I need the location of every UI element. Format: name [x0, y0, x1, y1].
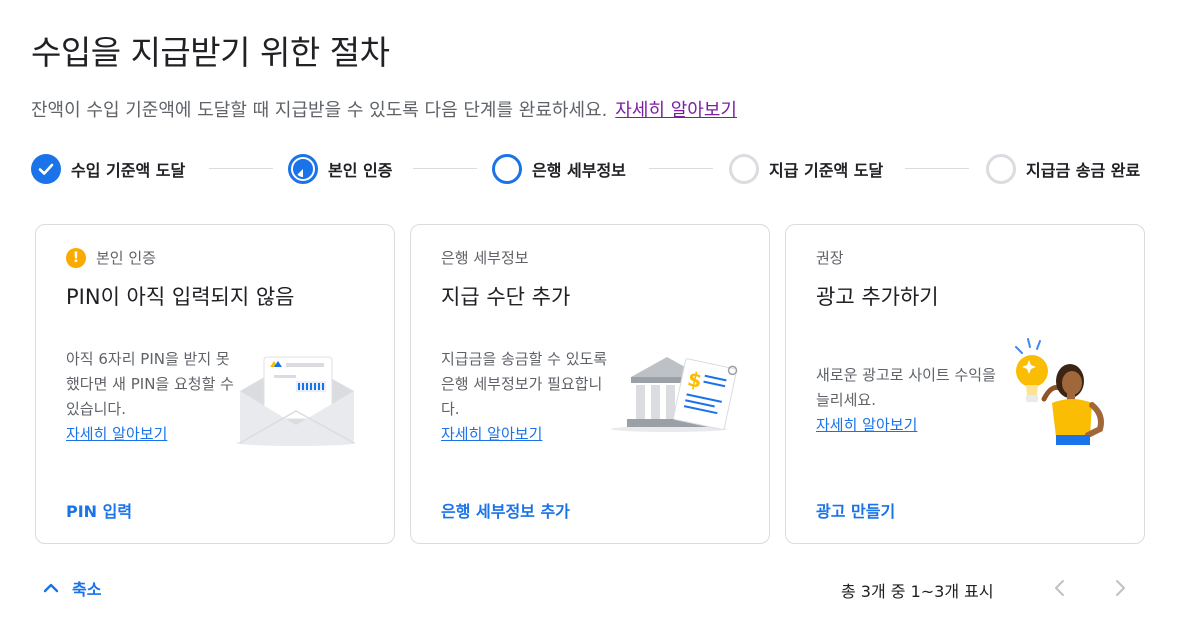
step-connector: [649, 168, 713, 169]
page-subtitle: 잔액이 수입 기준액에 도달할 때 지급받을 수 있도록 다음 단계를 완료하세…: [31, 96, 737, 122]
previous-page-button[interactable]: [1046, 574, 1074, 602]
progress-stepper: 수입 기준액 도달 본인 인증 은행 세부정보 지급 기준액 도달 지급금 송금…: [31, 152, 1161, 186]
step-label: 지급 기준액 도달: [769, 161, 884, 180]
card-body: 아직 6자리 PIN을 받지 못했다면 새 PIN을 요청할 수 있습니다. 자…: [66, 347, 236, 447]
step-payment-sent: 지급금 송금 완료: [986, 152, 1140, 186]
add-bank-details-button[interactable]: 은행 세부정보 추가: [441, 498, 570, 522]
card-identity-verification: ! 본인 인증 PIN이 아직 입력되지 않음 아직 6자리 PIN을 받지 못…: [35, 224, 395, 544]
step-connector: [413, 168, 477, 169]
collapse-label: 축소: [72, 580, 102, 599]
current-step-circle-icon: [492, 154, 522, 184]
card-title: PIN이 아직 입력되지 않음: [66, 285, 295, 309]
card-body: 새로운 광고로 사이트 수익을 늘리세요. 자세히 알아보기: [816, 363, 1001, 438]
step-bank-details: 은행 세부정보: [492, 152, 626, 186]
card-body: 지급금을 송금할 수 있도록 은행 세부정보가 필요합니다. 자세히 알아보기: [441, 347, 611, 447]
page-title: 수입을 지급받기 위한 절차: [31, 33, 390, 72]
card-title: 지급 수단 추가: [441, 285, 571, 309]
card-kicker: ! 본인 인증: [66, 247, 156, 268]
step-label: 은행 세부정보: [532, 161, 626, 180]
step-connector: [905, 168, 969, 169]
step-payment-threshold: 지급 기준액 도달: [729, 152, 883, 186]
pagination-status: 총 3개 중 1~3개 표시: [841, 582, 994, 601]
card-kicker: 권장: [816, 249, 844, 267]
step-label: 수입 기준액 도달: [71, 161, 186, 180]
card-body-text: 새로운 광고로 사이트 수익을 늘리세요.: [816, 366, 996, 409]
bank-icon: $: [609, 349, 739, 443]
step-label: 본인 인증: [328, 161, 393, 180]
warning-icon: !: [66, 247, 86, 268]
pending-step-circle-icon: [986, 154, 1016, 184]
check-circle-icon: [31, 154, 61, 184]
create-ads-button[interactable]: 광고 만들기: [816, 498, 895, 522]
chevron-left-icon: [1055, 580, 1064, 596]
envelope-icon: [234, 353, 364, 452]
chevron-up-icon: [43, 583, 59, 593]
step-label: 지급금 송금 완료: [1026, 161, 1141, 180]
next-page-button[interactable]: [1106, 574, 1134, 602]
pending-step-circle-icon: [729, 154, 759, 184]
step-identity-verification: 본인 인증: [288, 152, 392, 186]
step-revenue-threshold: 수입 기준액 도달: [31, 152, 185, 186]
enter-pin-button[interactable]: PIN 입력: [66, 498, 132, 522]
chevron-right-icon: [1116, 580, 1125, 596]
learn-more-link[interactable]: 자세히 알아보기: [816, 413, 1001, 438]
payment-steps-panel: 수입을 지급받기 위한 절차 잔액이 수입 기준액에 도달할 때 지급받을 수 …: [0, 0, 1180, 618]
card-title: 광고 추가하기: [816, 285, 939, 309]
woman-lightbulb-icon: [1004, 337, 1124, 471]
step-connector: [209, 168, 273, 169]
card-kicker: 은행 세부정보: [441, 249, 529, 267]
card-kicker-text: 본인 인증: [96, 249, 156, 267]
card-body-text: 지급금을 송금할 수 있도록 은행 세부정보가 필요합니다.: [441, 350, 608, 418]
card-bank-details: 은행 세부정보 지급 수단 추가 지급금을 송금할 수 있도록 은행 세부정보가…: [410, 224, 770, 544]
collapse-button[interactable]: 축소: [40, 576, 101, 600]
card-create-ads: 권장 광고 추가하기 새로운 광고로 사이트 수익을 늘리세요. 자세히 알아보…: [785, 224, 1145, 544]
learn-more-link[interactable]: 자세히 알아보기: [441, 422, 611, 447]
subtitle-text: 잔액이 수입 기준액에 도달할 때 지급받을 수 있도록 다음 단계를 완료하세…: [31, 100, 608, 121]
card-body-text: 아직 6자리 PIN을 받지 못했다면 새 PIN을 요청할 수 있습니다.: [66, 350, 234, 418]
learn-more-link[interactable]: 자세히 알아보기: [66, 422, 236, 447]
learn-more-link[interactable]: 자세히 알아보기: [615, 100, 737, 121]
half-circle-icon: [288, 154, 318, 184]
